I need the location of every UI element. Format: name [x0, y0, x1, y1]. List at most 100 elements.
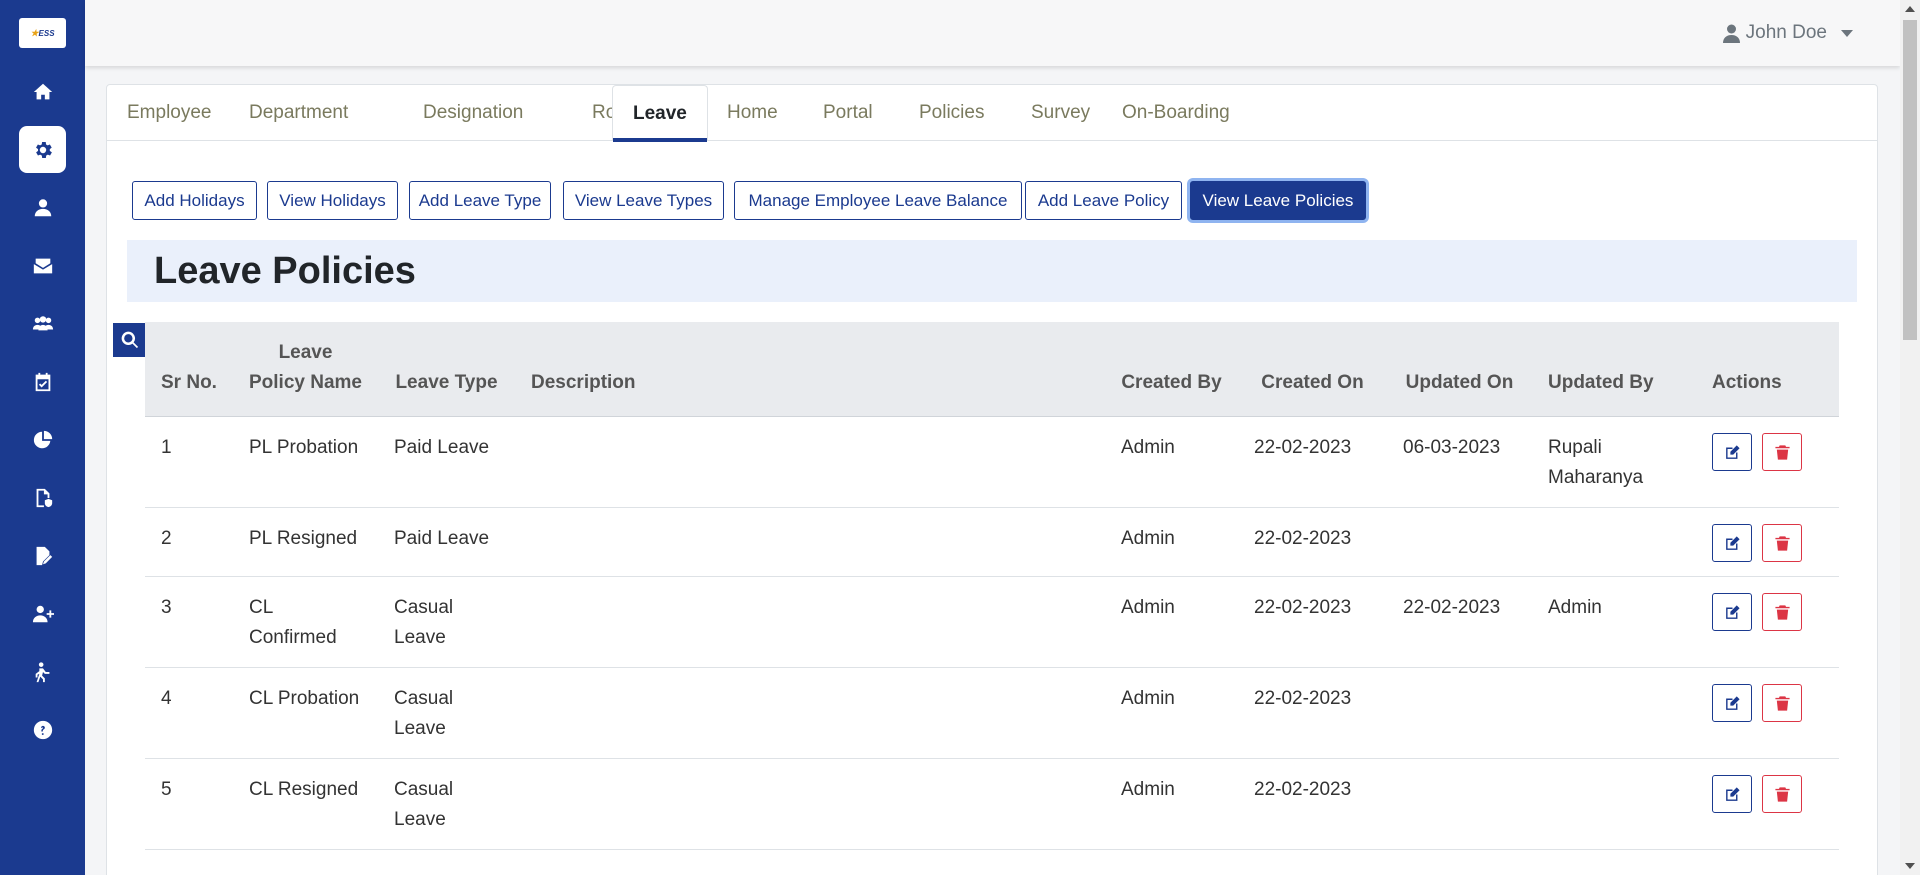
- add-leave-type-button[interactable]: Add Leave Type: [409, 181, 551, 220]
- cell-actions: [1696, 576, 1839, 668]
- cell-policy-name: PL Probation: [233, 416, 378, 508]
- trash-icon: [1774, 786, 1790, 802]
- file-signature-icon[interactable]: [19, 532, 66, 579]
- header-policy-name[interactable]: Leave Policy Name: [233, 322, 378, 417]
- cell-sr-no: 1: [145, 416, 233, 508]
- cell-created-on: 22-02-2023: [1238, 667, 1387, 759]
- cell-leave-type: Casual Leave: [378, 576, 515, 668]
- edit-button[interactable]: [1712, 433, 1752, 471]
- header-actions: Actions: [1696, 322, 1839, 417]
- header-created-by[interactable]: Created By: [1105, 322, 1238, 417]
- table-header-row: Sr No. Leave Policy Name Leave Type Desc…: [145, 322, 1839, 417]
- trash-icon: [1774, 604, 1790, 620]
- cell-updated-on: [1387, 507, 1532, 577]
- cell-leave-type: Paid Leave: [378, 416, 515, 508]
- cell-updated-on: 06-03-2023: [1387, 416, 1532, 508]
- scroll-thumb[interactable]: [1903, 20, 1917, 340]
- delete-button[interactable]: [1762, 433, 1802, 471]
- table-row: 2 PL Resigned Paid Leave Admin 22-02-202…: [145, 507, 1839, 577]
- search-button[interactable]: [113, 323, 147, 357]
- header-description[interactable]: Description: [515, 322, 1105, 417]
- header-updated-on[interactable]: Updated On: [1387, 322, 1532, 417]
- scrollbar[interactable]: [1900, 0, 1920, 875]
- table-row: 4 CL Probation Casual Leave Admin 22-02-…: [145, 667, 1839, 759]
- edit-button[interactable]: [1712, 524, 1752, 562]
- add-holidays-button[interactable]: Add Holidays: [132, 181, 257, 220]
- page-title-band: Leave Policies: [127, 240, 1857, 302]
- gear-icon[interactable]: [19, 126, 66, 173]
- home-icon[interactable]: [19, 68, 66, 115]
- mail-inbox-icon[interactable]: [19, 242, 66, 289]
- cell-sr-no: 3: [145, 576, 233, 668]
- edit-button[interactable]: [1712, 593, 1752, 631]
- edit-icon: [1725, 695, 1740, 710]
- calendar-check-icon[interactable]: [19, 358, 66, 405]
- view-leave-types-button[interactable]: View Leave Types: [563, 181, 724, 220]
- cell-policy-name: CL Probation: [233, 667, 378, 759]
- file-shield-icon[interactable]: [19, 474, 66, 521]
- cell-policy-name: PL Resigned: [233, 507, 378, 577]
- cell-created-by: Admin: [1105, 758, 1238, 850]
- header-created-on[interactable]: Created On: [1238, 322, 1387, 417]
- cell-created-by: Admin: [1105, 576, 1238, 668]
- edit-icon: [1725, 604, 1740, 619]
- edit-button[interactable]: [1712, 775, 1752, 813]
- cell-leave-type: Casual Leave: [378, 667, 515, 759]
- tab-designation[interactable]: Designation: [403, 85, 543, 141]
- edit-icon: [1725, 786, 1740, 801]
- tab-policies[interactable]: Policies: [899, 85, 1004, 141]
- page-title: Leave Policies: [154, 250, 416, 292]
- cell-actions: [1696, 667, 1839, 759]
- tab-employee[interactable]: Employee: [107, 85, 232, 141]
- cell-sr-no: 4: [145, 667, 233, 759]
- tab-bar: Employee Department Designation Role Lea…: [107, 85, 1877, 142]
- user-icon[interactable]: [19, 184, 66, 231]
- users-group-icon[interactable]: [19, 300, 66, 347]
- delete-button[interactable]: [1762, 684, 1802, 722]
- cell-actions: [1696, 416, 1839, 508]
- cell-description: [515, 576, 1105, 668]
- cell-created-by: Admin: [1105, 667, 1238, 759]
- cell-sr-no: 2: [145, 507, 233, 577]
- scroll-up-icon[interactable]: [1905, 6, 1915, 12]
- leave-policies-table: Sr No. Leave Policy Name Leave Type Desc…: [145, 322, 1839, 850]
- user-menu[interactable]: John Doe: [1722, 22, 1853, 44]
- scroll-down-icon[interactable]: [1905, 863, 1915, 869]
- cell-actions: [1696, 758, 1839, 850]
- add-leave-policy-button[interactable]: Add Leave Policy: [1025, 181, 1182, 220]
- tab-leave[interactable]: Leave: [612, 85, 708, 142]
- header-sr-no[interactable]: Sr No.: [145, 322, 233, 417]
- pie-chart-icon[interactable]: [19, 416, 66, 463]
- cell-policy-name: CL Confirmed: [233, 576, 378, 668]
- tab-survey[interactable]: Survey: [1011, 85, 1110, 141]
- tab-portal[interactable]: Portal: [803, 85, 893, 141]
- cell-description: [515, 416, 1105, 508]
- cell-updated-by: [1532, 758, 1696, 850]
- view-holidays-button[interactable]: View Holidays: [267, 181, 398, 220]
- tab-department[interactable]: Department: [229, 85, 368, 141]
- delete-button[interactable]: [1762, 524, 1802, 562]
- table-row: 5 CL Resigned Casual Leave Admin 22-02-2…: [145, 758, 1839, 850]
- user-plus-icon[interactable]: [19, 590, 66, 637]
- tab-home[interactable]: Home: [707, 85, 798, 141]
- delete-button[interactable]: [1762, 593, 1802, 631]
- header-leave-type[interactable]: Leave Type: [378, 322, 515, 417]
- trash-icon: [1774, 535, 1790, 551]
- tab-on-boarding[interactable]: On-Boarding: [1102, 85, 1250, 141]
- cell-updated-by: Admin: [1532, 576, 1696, 668]
- cell-policy-name: CL Resigned: [233, 758, 378, 850]
- cell-created-on: 22-02-2023: [1238, 507, 1387, 577]
- delete-button[interactable]: [1762, 775, 1802, 813]
- manage-leave-balance-button[interactable]: Manage Employee Leave Balance: [734, 181, 1022, 220]
- cell-updated-on: [1387, 667, 1532, 759]
- edit-button[interactable]: [1712, 684, 1752, 722]
- app-logo[interactable]: ★ ESS: [19, 18, 66, 48]
- view-leave-policies-button[interactable]: View Leave Policies: [1190, 181, 1366, 220]
- trash-icon: [1774, 695, 1790, 711]
- header-updated-by[interactable]: Updated By: [1532, 322, 1696, 417]
- cell-sr-no: 5: [145, 758, 233, 850]
- edit-icon: [1725, 444, 1740, 459]
- person-exit-icon[interactable]: [19, 648, 66, 695]
- user-name: John Doe: [1745, 22, 1827, 43]
- help-icon[interactable]: [19, 706, 66, 753]
